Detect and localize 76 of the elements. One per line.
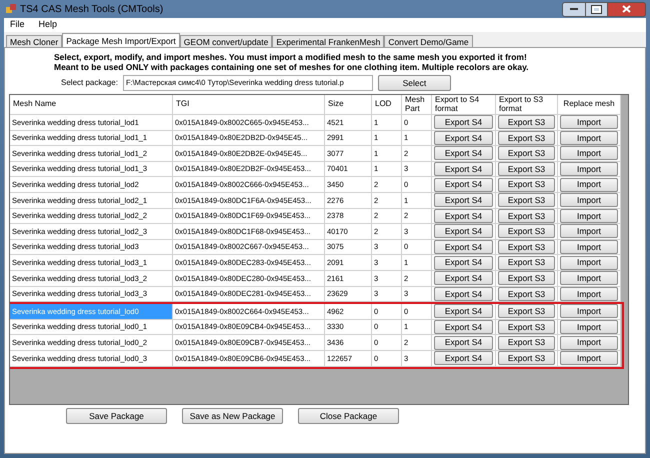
export-s3-button[interactable]: Export S3 (498, 351, 555, 366)
menu-item[interactable]: File (10, 18, 25, 32)
import-button[interactable]: Import (560, 286, 618, 301)
tab[interactable]: Convert Demo/Game (384, 35, 473, 47)
export-s3-button[interactable]: Export S3 (498, 336, 555, 350)
import-button[interactable]: Import (560, 130, 618, 145)
instruction-text: Meant to be used ONLY with packages containing one set of meshes for one clothing item. Multiple recolors are okay. (54, 62, 530, 72)
export-s4-button[interactable]: Export S4 (434, 193, 493, 208)
export-s4-button[interactable]: Export S4 (434, 208, 493, 223)
import-button[interactable]: Import (560, 224, 618, 238)
tab[interactable]: GEOM convert/update (180, 35, 272, 47)
export-s4-button[interactable]: Export S4 (434, 146, 493, 160)
import-button[interactable]: Import (560, 256, 618, 270)
export-s3-button[interactable]: Export S3 (498, 130, 555, 145)
import-button[interactable]: Import (560, 240, 618, 254)
package-label: Select package: (61, 77, 118, 89)
import-button[interactable]: Import (560, 193, 618, 208)
column-header[interactable]: Export to S4 format (432, 95, 496, 115)
tab[interactable]: Experimental FrankenMesh (272, 35, 384, 47)
column-header[interactable]: TGI (173, 95, 325, 115)
maximize-button[interactable] (586, 2, 608, 16)
export-s4-button[interactable]: Export S4 (434, 224, 493, 238)
import-button[interactable]: Import (560, 208, 618, 223)
column-header[interactable]: Size (325, 95, 372, 115)
export-s4-button[interactable]: Export S4 (434, 351, 493, 366)
export-s4-button[interactable]: Export S4 (434, 130, 493, 145)
import-button[interactable]: Import (560, 320, 618, 334)
import-button[interactable]: Import (560, 146, 618, 160)
import-button[interactable]: Import (560, 336, 618, 350)
import-button[interactable]: Import (560, 351, 618, 366)
export-s4-button[interactable]: Export S4 (434, 162, 493, 176)
export-s3-button[interactable]: Export S3 (498, 304, 555, 318)
column-header[interactable]: Mesh Part (402, 95, 432, 115)
column-header[interactable]: LOD (372, 95, 402, 115)
export-s3-button[interactable]: Export S3 (498, 286, 555, 301)
export-s3-button[interactable]: Export S3 (498, 193, 555, 208)
export-s4-button[interactable]: Export S4 (434, 256, 493, 270)
export-s3-button[interactable]: Export S3 (498, 162, 555, 176)
window-title: TS4 CAS Mesh Tools (CMTools) (20, 2, 164, 16)
export-s4-button[interactable]: Export S4 (434, 271, 493, 286)
package-button[interactable]: Save as New Package (182, 408, 283, 424)
import-button[interactable]: Import (560, 162, 618, 176)
export-s4-button[interactable]: Export S4 (434, 336, 493, 350)
export-s3-button[interactable]: Export S3 (498, 256, 555, 270)
export-s4-button[interactable]: Export S4 (434, 286, 493, 301)
import-button[interactable]: Import (560, 271, 618, 286)
app-icon (6, 4, 16, 14)
export-s4-button[interactable]: Export S4 (434, 115, 493, 130)
import-button[interactable]: Import (560, 178, 618, 192)
export-s4-button[interactable]: Export S4 (434, 178, 493, 192)
export-s3-button[interactable]: Export S3 (498, 224, 555, 238)
export-s4-button[interactable]: Export S4 (434, 320, 493, 334)
menu-item[interactable]: Help (38, 18, 58, 32)
column-header[interactable]: Replace mesh (558, 95, 621, 115)
export-s3-button[interactable]: Export S3 (498, 146, 555, 160)
column-header[interactable]: Mesh Name (10, 95, 173, 115)
export-s4-button[interactable]: Export S4 (434, 304, 493, 318)
import-button[interactable]: Import (560, 115, 618, 130)
select-button[interactable]: Select (378, 75, 451, 91)
minimize-button[interactable] (562, 2, 586, 16)
package-button[interactable]: Close Package (298, 408, 399, 424)
package-button[interactable]: Save Package (66, 408, 167, 424)
export-s3-button[interactable]: Export S3 (498, 240, 555, 254)
import-button[interactable]: Import (560, 304, 618, 318)
export-s4-button[interactable]: Export S4 (434, 240, 493, 254)
export-s3-button[interactable]: Export S3 (498, 208, 555, 223)
close-icon (622, 5, 631, 13)
export-s3-button[interactable]: Export S3 (498, 178, 555, 192)
instruction-text: Select, export, modify, and import meshes. You must import a modified mesh to the same mesh you exported it from! (54, 52, 528, 62)
export-s3-button[interactable]: Export S3 (498, 320, 555, 334)
tab[interactable]: Mesh Cloner (6, 35, 62, 47)
export-s3-button[interactable]: Export S3 (498, 271, 555, 286)
column-header[interactable]: Export to S3 format (496, 95, 558, 115)
export-s3-button[interactable]: Export S3 (498, 115, 555, 130)
tab[interactable]: Package Mesh Import/Export (62, 33, 180, 47)
close-button[interactable] (608, 2, 646, 16)
